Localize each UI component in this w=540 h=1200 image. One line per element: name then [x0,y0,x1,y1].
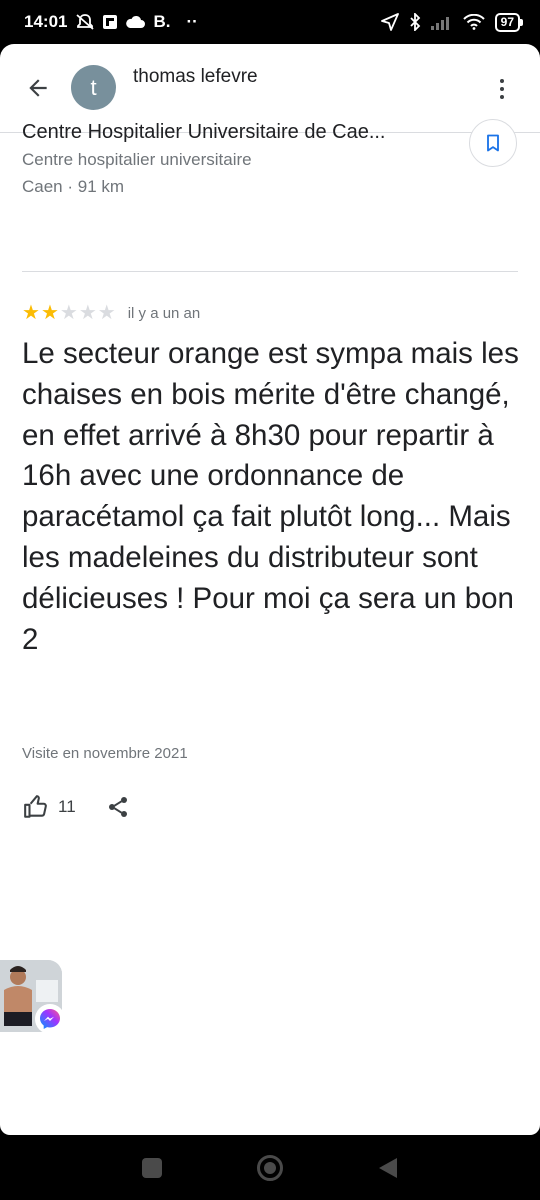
signal-icon [430,14,453,30]
back-triangle-icon [379,1157,397,1178]
messenger-icon [40,1009,60,1029]
arrow-left-icon [29,79,47,97]
star-icon: ★ [22,302,40,324]
home-button[interactable] [255,1153,285,1183]
author-name[interactable]: thomas lefevre [133,66,258,88]
mute-icon [75,13,95,31]
share-button[interactable] [106,795,130,819]
wifi-icon [462,14,485,30]
thumb-up-icon [24,795,47,818]
review-time: il y a un an [127,304,201,322]
phone-screen: 14:01 B. ·· 97 t thomas lefevre Centre H… [0,0,540,1200]
status-right: 97 [380,12,524,32]
avatar[interactable]: t [71,65,116,110]
divider [22,271,518,272]
bookmark-icon [487,134,499,152]
like-count: 11 [58,797,76,816]
home-circle-icon [257,1154,283,1181]
back-button[interactable] [22,72,54,104]
messenger-chat-head[interactable] [0,960,65,1034]
rating-row: ★ ★ ★ ★ ★ il y a un an [22,303,200,323]
system-nav-bar [0,1135,540,1200]
more-options-button[interactable] [490,74,514,104]
place-meta: Caen · 91 km [22,177,125,196]
status-dots: ·· [186,12,198,31]
status-time: 14:01 [24,12,68,31]
place-category: Centre hospitalier universitaire [22,150,252,169]
status-left: 14:01 B. ·· [24,12,198,32]
star-icon: ★ [40,302,59,324]
save-button[interactable] [469,119,517,167]
battery-icon: 97 [494,12,524,32]
status-bar: 14:01 B. ·· 97 [0,0,540,44]
messenger-badge [35,1004,65,1034]
cloud-icon [125,15,146,29]
visit-date: Visite en novembre 2021 [22,745,188,762]
review-page: t thomas lefevre Centre Hospitalier Univ… [0,44,540,1135]
flipboard-icon [103,15,118,29]
recents-square-icon [142,1157,162,1178]
star-icon: ★ [59,302,78,324]
location-arrow-icon [380,13,399,31]
place-name[interactable]: Centre Hospitalier Universitaire de Cae.… [22,118,386,146]
notification-letter: B. [153,12,171,31]
system-back-button[interactable] [373,1153,403,1183]
like-button[interactable]: 11 [22,794,76,820]
star-icon: ★ [78,302,97,324]
review-actions: 11 [22,794,130,820]
review-text: Le secteur orange est sympa mais les cha… [22,337,519,656]
star-icon: ★ [97,302,116,324]
recents-button[interactable] [137,1153,167,1183]
more-vert-icon [500,79,504,83]
star-rating: ★ ★ ★ ★ ★ [22,303,116,323]
place-info[interactable]: Centre Hospitalier Universitaire de Cae.… [22,118,386,200]
bluetooth-icon [409,13,421,31]
avatar-letter: t [90,74,97,100]
share-icon [108,797,127,817]
